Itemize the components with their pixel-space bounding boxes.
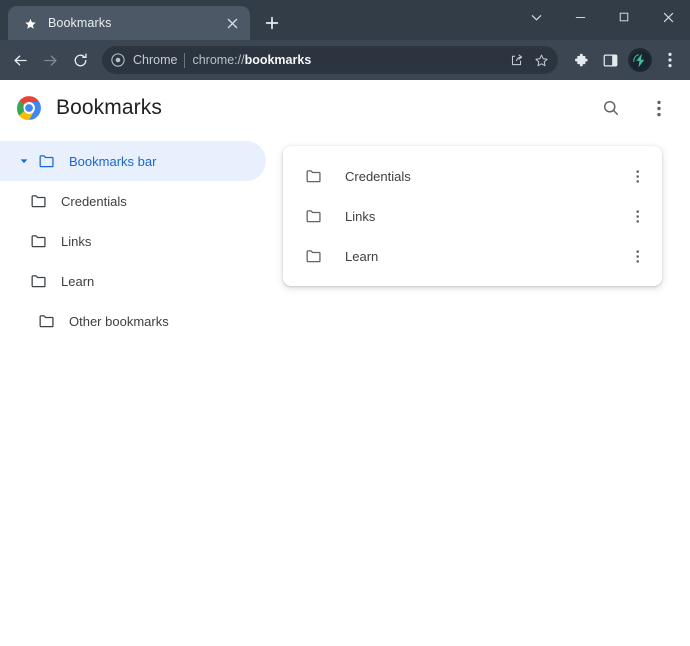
sidebar-item-label: Credentials (61, 193, 127, 209)
browser-tab-title: Bookmarks (48, 16, 112, 30)
share-icon[interactable] (506, 49, 528, 71)
bookmarks-body: Bookmarks bar Credentials Links Learn Ot… (0, 136, 690, 646)
profile-avatar[interactable] (628, 48, 652, 72)
folder-icon (28, 192, 50, 210)
list-item-menu-button[interactable] (624, 242, 652, 270)
omnibox-url-prefix: chrome:// (192, 53, 245, 67)
forward-button[interactable] (36, 46, 64, 74)
three-dot-menu-icon (636, 169, 640, 184)
bookmarks-manager-page: Bookmarks Bookmarks bar Credentials Link… (0, 80, 690, 646)
chrome-browser-window: Bookmarks Chrome chrome://bookmarks Book… (0, 0, 690, 646)
bookmarks-sidebar: Bookmarks bar Credentials Links Learn Ot… (0, 136, 266, 646)
reload-button[interactable] (66, 46, 94, 74)
omnibox-divider (184, 52, 186, 68)
chevron-down-icon (530, 11, 543, 24)
folder-icon (28, 272, 50, 290)
search-bookmarks-button[interactable] (594, 91, 628, 125)
minimize-button[interactable] (558, 0, 602, 34)
folder-icon (36, 312, 58, 330)
browser-toolbar: Chrome chrome://bookmarks (0, 40, 690, 80)
three-dot-menu-icon (657, 100, 661, 117)
sidebar-item-label: Links (61, 233, 92, 249)
tab-search-button[interactable] (514, 0, 558, 34)
sidebar-item-links[interactable]: Links (0, 221, 266, 261)
chrome-circle-icon (110, 52, 126, 68)
list-item-label: Learn (345, 248, 379, 264)
bookmarks-list-card: Credentials Links Learn (283, 146, 662, 286)
list-item-menu-button[interactable] (624, 162, 652, 190)
folder-icon (36, 152, 58, 170)
tab-strip: Bookmarks (0, 0, 690, 40)
address-bar[interactable]: Chrome chrome://bookmarks (102, 46, 558, 74)
maximize-icon (618, 11, 630, 23)
maximize-button[interactable] (602, 0, 646, 34)
extensions-button[interactable] (566, 46, 594, 74)
search-icon (602, 99, 620, 117)
bookmarks-main-area: Credentials Links Learn (266, 136, 690, 646)
sidebar-item-label: Bookmarks bar (69, 153, 157, 169)
arrow-left-icon (12, 52, 29, 69)
omnibox-url[interactable]: chrome://bookmarks (192, 53, 499, 67)
folder-icon (28, 232, 50, 250)
reload-icon (72, 52, 89, 69)
three-dot-menu-icon (636, 249, 640, 264)
bookmark-star-icon[interactable] (530, 49, 552, 71)
list-item[interactable]: Links (283, 196, 662, 236)
minimize-icon (574, 11, 587, 24)
close-icon (662, 11, 675, 24)
list-item-menu-button[interactable] (624, 202, 652, 230)
puzzle-icon (572, 52, 588, 68)
tab-close-icon[interactable] (222, 13, 242, 33)
omnibox-actions (506, 49, 552, 71)
side-panel-icon (603, 53, 618, 68)
back-button[interactable] (6, 46, 34, 74)
sidebar-item-other-bookmarks[interactable]: Other bookmarks (0, 301, 266, 341)
folder-icon (303, 207, 325, 225)
three-dot-menu-icon (668, 52, 672, 68)
list-item-label: Links (345, 208, 376, 224)
folder-icon (303, 247, 325, 265)
chrome-menu-button[interactable] (656, 46, 684, 74)
list-item-label: Credentials (345, 168, 411, 184)
arrow-right-icon (42, 52, 59, 69)
bookmarks-page-header: Bookmarks (0, 80, 690, 136)
browser-tab-bookmarks[interactable]: Bookmarks (8, 6, 250, 40)
window-controls (514, 0, 690, 34)
star-icon (22, 15, 38, 31)
sidebar-item-credentials[interactable]: Credentials (0, 181, 266, 221)
chevron-down-icon[interactable] (12, 156, 36, 166)
sidebar-item-label: Learn (61, 273, 95, 289)
side-panel-button[interactable] (596, 46, 624, 74)
sidebar-item-bookmarks-bar[interactable]: Bookmarks bar (0, 141, 266, 181)
close-window-button[interactable] (646, 0, 690, 34)
new-tab-button[interactable] (258, 9, 286, 37)
three-dot-menu-icon (636, 209, 640, 224)
omnibox-url-bold: bookmarks (244, 53, 312, 67)
list-item[interactable]: Credentials (283, 156, 662, 196)
folder-icon (303, 167, 325, 185)
list-item[interactable]: Learn (283, 236, 662, 276)
chrome-logo (16, 95, 42, 121)
bookmarks-organize-menu-button[interactable] (642, 91, 676, 125)
page-title: Bookmarks (56, 96, 162, 119)
sidebar-item-learn[interactable]: Learn (0, 261, 266, 301)
sidebar-item-label: Other bookmarks (69, 313, 169, 329)
omnibox-chip-label: Chrome (133, 53, 178, 67)
